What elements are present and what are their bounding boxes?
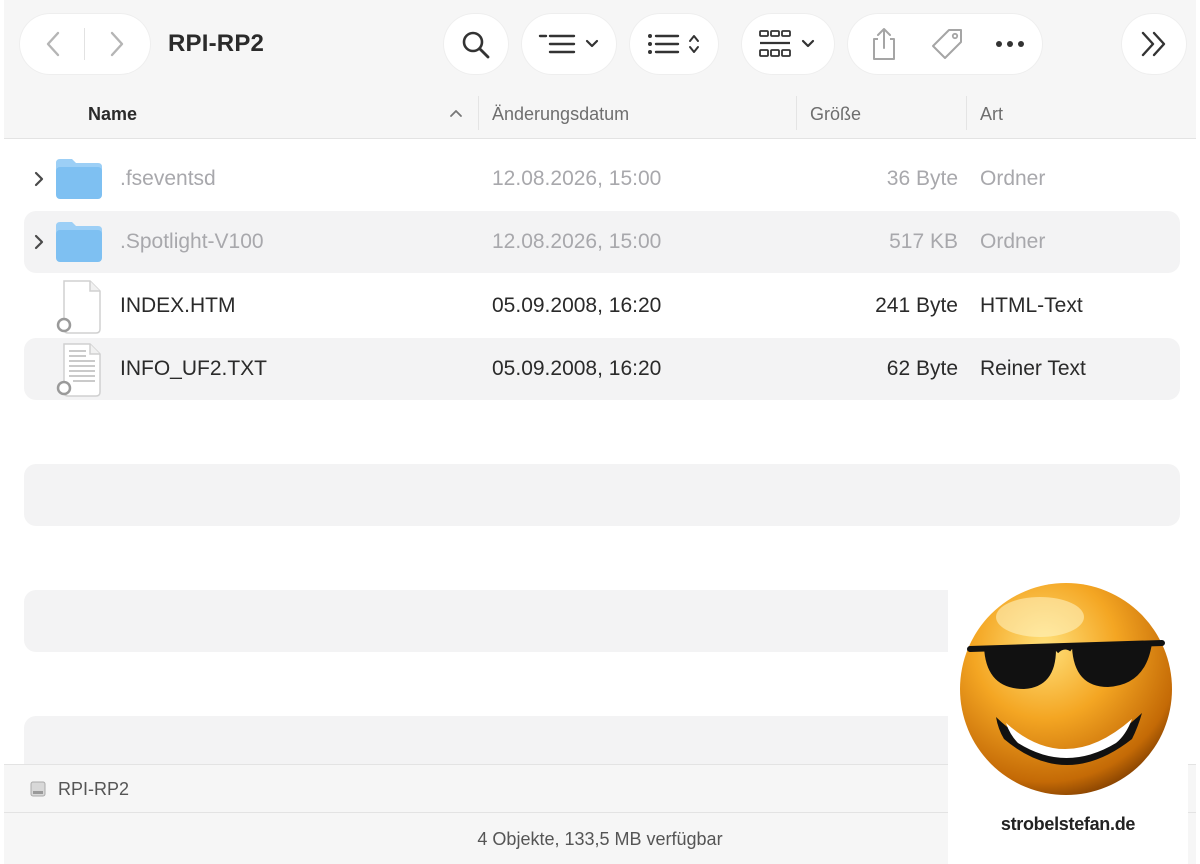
action-buttons: [848, 14, 1042, 74]
search-icon: [460, 29, 492, 61]
group-button[interactable]: [522, 14, 616, 74]
file-date: 12.08.2026, 15:00: [492, 167, 662, 190]
file-row-info-uf2[interactable]: INFO_UF2.TXT 05.09.2008, 16:20 62 Byte R…: [24, 338, 1180, 400]
file-name: .fseventsd: [120, 167, 216, 190]
html-document-icon: [56, 279, 104, 335]
nav-buttons: [20, 14, 150, 74]
sort-ascending-icon[interactable]: [448, 106, 464, 120]
finder-window: RPI-RP2 Name Änderungsdatum Größe Art .f…: [4, 0, 1196, 864]
empty-row: [24, 464, 1180, 526]
tag-icon[interactable]: [928, 26, 966, 62]
double-chevron-right-icon: [1136, 28, 1172, 60]
file-date: 05.09.2008, 16:20: [492, 357, 662, 380]
chevron-left-icon[interactable]: [36, 28, 70, 60]
folder-icon: [54, 157, 104, 201]
search-button[interactable]: [444, 14, 508, 74]
file-size: 517 KB: [889, 230, 958, 253]
file-kind: HTML-Text: [980, 294, 1083, 317]
column-date[interactable]: Änderungsdatum: [492, 104, 629, 125]
view-button[interactable]: [742, 14, 834, 74]
file-row-fseventsd[interactable]: .fseventsd 12.08.2026, 15:00 36 Byte Ord…: [24, 148, 1180, 210]
share-icon[interactable]: [866, 26, 902, 62]
column-separator[interactable]: [478, 96, 479, 130]
file-row-spotlight[interactable]: .Spotlight-V100 12.08.2026, 15:00 517 KB…: [24, 211, 1180, 273]
file-name: INFO_UF2.TXT: [120, 357, 268, 380]
chevron-up-down-icon: [686, 32, 702, 56]
chevron-right-icon[interactable]: [100, 28, 134, 60]
folder-icon: [54, 220, 104, 264]
chevron-down-icon: [800, 36, 816, 52]
ellipsis-icon[interactable]: [992, 28, 1028, 60]
file-kind: Ordner: [980, 167, 1046, 190]
column-separator[interactable]: [966, 96, 967, 130]
file-size: 241 Byte: [875, 294, 958, 317]
toolbar: RPI-RP2: [4, 0, 1196, 88]
column-kind[interactable]: Art: [980, 104, 1003, 125]
text-document-icon: [56, 342, 104, 398]
overflow-button[interactable]: [1122, 14, 1186, 74]
column-size[interactable]: Größe: [810, 104, 861, 125]
gallery-view-icon: [758, 28, 792, 60]
path-item-volume[interactable]: RPI-RP2: [58, 779, 129, 800]
file-name: INDEX.HTM: [120, 294, 236, 317]
file-date: 05.09.2008, 16:20: [492, 294, 662, 317]
drive-icon: [28, 779, 48, 799]
chevron-down-icon: [584, 36, 600, 52]
column-separator[interactable]: [796, 96, 797, 130]
file-size: 36 Byte: [886, 167, 958, 190]
sort-button[interactable]: [630, 14, 718, 74]
file-date: 12.08.2026, 15:00: [492, 230, 662, 253]
disclosure-triangle-icon[interactable]: [32, 232, 50, 252]
sunglasses-smiley-icon: [956, 574, 1180, 810]
nav-divider: [84, 28, 85, 60]
column-header: Name Änderungsdatum Größe Art: [4, 88, 1196, 139]
group-by-icon: [538, 30, 578, 58]
file-kind: Reiner Text: [980, 357, 1086, 380]
file-size: 62 Byte: [886, 357, 958, 380]
watermark: strobelstefan.de: [948, 574, 1188, 864]
file-kind: Ordner: [980, 230, 1046, 253]
sort-options-icon: [646, 30, 682, 58]
file-name: .Spotlight-V100: [120, 230, 264, 253]
file-row-index[interactable]: INDEX.HTM 05.09.2008, 16:20 241 Byte HTM…: [24, 275, 1180, 337]
window-title: RPI-RP2: [168, 30, 265, 57]
watermark-text: strobelstefan.de: [1000, 814, 1136, 834]
disclosure-triangle-icon[interactable]: [32, 169, 50, 189]
column-name[interactable]: Name: [88, 104, 137, 125]
